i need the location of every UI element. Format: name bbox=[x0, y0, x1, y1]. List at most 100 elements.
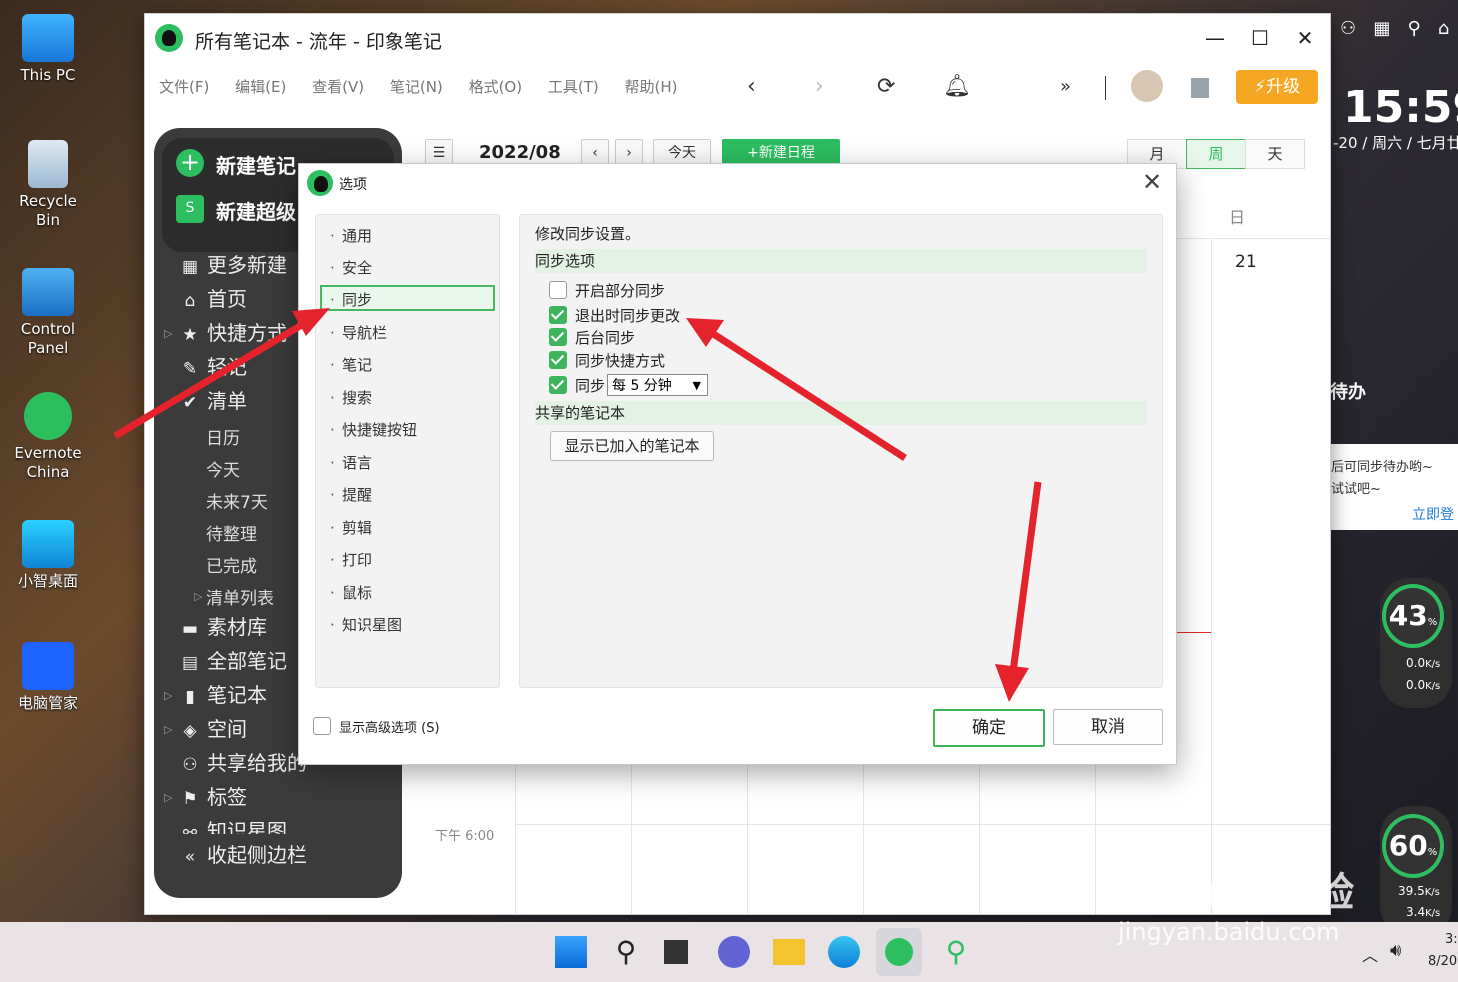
checkbox-sync-shortcuts[interactable] bbox=[549, 351, 567, 369]
category-print[interactable]: 打印 bbox=[328, 547, 490, 573]
memory-value: 60 bbox=[1388, 829, 1428, 862]
expand-arrow-icon[interactable]: ▷ bbox=[164, 327, 172, 340]
more-icon[interactable]: » bbox=[1060, 76, 1071, 97]
minimize-button[interactable]: — bbox=[1200, 26, 1230, 50]
sidebar-sub-task-lists[interactable]: 清单列表 bbox=[206, 584, 274, 609]
checkbox-sync-on-exit[interactable] bbox=[549, 306, 567, 324]
box-icon: ▬ bbox=[181, 619, 199, 639]
close-button[interactable]: ✕ bbox=[1290, 26, 1320, 50]
menu-format[interactable]: 格式(O) bbox=[469, 78, 523, 96]
dropdown-arrow-icon: ▼ bbox=[692, 379, 701, 392]
expand-arrow-icon[interactable]: ▷ bbox=[164, 689, 172, 702]
memory-gauge: 60% bbox=[1382, 814, 1444, 878]
category-knowledge-map[interactable]: 知识星图 bbox=[328, 612, 490, 638]
desktop-icon-evernote[interactable]: Evernote China bbox=[8, 392, 88, 482]
search-app-icon[interactable]: ⚲ bbox=[940, 936, 972, 968]
avatar[interactable] bbox=[1131, 70, 1163, 102]
category-language[interactable]: 语言 bbox=[328, 450, 490, 476]
sidebar-item-notebooks[interactable]: ▮ 笔记本 bbox=[179, 680, 267, 710]
expand-arrow-icon[interactable]: ▷ bbox=[164, 723, 172, 736]
user-icon[interactable]: ⚇ bbox=[1340, 18, 1356, 39]
task-view-icon[interactable] bbox=[664, 940, 688, 964]
menu-file[interactable]: 文件(F) bbox=[159, 78, 209, 96]
sidebar-sub-today[interactable]: 今天 bbox=[206, 456, 240, 481]
expand-arrow-icon[interactable]: ▷ bbox=[164, 791, 172, 804]
new-note-button[interactable]: 新建笔记 bbox=[216, 150, 296, 179]
tab-week[interactable]: 周 bbox=[1186, 139, 1246, 169]
ok-button[interactable]: 确定 bbox=[933, 709, 1045, 747]
windows-start-icon[interactable] bbox=[555, 936, 587, 968]
category-hotkeys[interactable]: 快捷键按钮 bbox=[328, 417, 490, 443]
expand-arrow-icon[interactable]: ▷ bbox=[194, 590, 202, 603]
login-link[interactable]: 立即登 bbox=[1412, 504, 1454, 524]
sidebar-item-more-new[interactable]: ▦ 更多新建 bbox=[179, 250, 287, 280]
new-super-note-button[interactable]: 新建超级 bbox=[216, 196, 296, 225]
section-sync-options: 同步选项 bbox=[535, 249, 1147, 273]
category-navbar[interactable]: 导航栏 bbox=[328, 320, 490, 346]
tab-day[interactable]: 天 bbox=[1245, 139, 1305, 169]
desktop-icon-pc-manager[interactable]: 电脑管家 bbox=[8, 642, 88, 713]
sidebar-item-all-notes[interactable]: ▤ 全部笔记 bbox=[179, 646, 287, 676]
dialog-close-icon[interactable]: ✕ bbox=[1138, 168, 1166, 196]
desktop-icon-recycle-bin[interactable]: Recycle Bin bbox=[8, 140, 88, 230]
sidebar-item-shared[interactable]: ⚇ 共享给我的 bbox=[179, 748, 307, 778]
search-icon[interactable]: ⚲ bbox=[1408, 18, 1421, 39]
search-icon[interactable]: ⚲ bbox=[610, 936, 642, 968]
home-icon[interactable]: ⌂ bbox=[1438, 18, 1449, 39]
upgrade-button[interactable]: ⚡升级 bbox=[1236, 70, 1318, 104]
book-icon[interactable] bbox=[1191, 78, 1209, 98]
menu-tools[interactable]: 工具(T) bbox=[548, 78, 599, 96]
forward-icon[interactable]: › bbox=[815, 74, 824, 99]
double-chevron-left-icon: « bbox=[184, 847, 196, 867]
sidebar-item-shortcuts[interactable]: ★ 快捷方式 bbox=[179, 318, 287, 348]
maximize-button[interactable]: ☐ bbox=[1245, 26, 1275, 50]
category-clipper[interactable]: 剪辑 bbox=[328, 515, 490, 541]
desktop-icon-control-panel[interactable]: Control Panel bbox=[8, 268, 88, 358]
category-security[interactable]: 安全 bbox=[328, 255, 490, 281]
sidebar-sub-inbox[interactable]: 待整理 bbox=[206, 520, 257, 545]
category-reminders[interactable]: 提醒 bbox=[328, 482, 490, 508]
monitor-icon bbox=[22, 14, 74, 62]
edge-icon[interactable] bbox=[828, 936, 860, 968]
sidebar-item-spaces[interactable]: ◈ 空间 bbox=[179, 714, 247, 744]
category-sync[interactable]: 同步 bbox=[320, 285, 495, 313]
desktop-icon-label: This PC bbox=[20, 66, 76, 84]
graph-icon: ⚯ bbox=[182, 823, 198, 834]
desktop-icon-this-pc[interactable]: This PC bbox=[8, 14, 88, 85]
sidebar-item-quicknote[interactable]: ✎ 轻记 bbox=[179, 352, 247, 382]
chat-icon[interactable] bbox=[718, 936, 750, 968]
menu-note[interactable]: 笔记(N) bbox=[390, 78, 443, 96]
category-general[interactable]: 通用 bbox=[328, 223, 490, 249]
sidebar-item-tasks[interactable]: ✔ 清单 bbox=[179, 386, 247, 416]
tray-chevron-icon[interactable]: ︿ bbox=[1362, 942, 1378, 966]
menu-help[interactable]: 帮助(H) bbox=[625, 78, 678, 96]
calendar-icon[interactable]: ▦ bbox=[1373, 18, 1390, 39]
checkbox-partial-sync[interactable] bbox=[549, 281, 567, 299]
back-icon[interactable]: ‹ bbox=[747, 74, 756, 99]
sidebar-item-home[interactable]: ⌂ 首页 bbox=[179, 284, 247, 314]
desktop-icon-xiaozhi[interactable]: 小智桌面 bbox=[8, 520, 88, 591]
checkbox-sync-interval[interactable] bbox=[549, 376, 567, 394]
file-explorer-icon[interactable] bbox=[773, 939, 805, 965]
category-search[interactable]: 搜索 bbox=[328, 385, 490, 411]
bell-icon[interactable]: 🔔︎ bbox=[943, 74, 971, 99]
sidebar-sub-calendar[interactable]: 日历 bbox=[206, 424, 240, 449]
sidebar-item-tags[interactable]: ⚑ 标签 bbox=[179, 782, 247, 812]
volume-icon[interactable]: 🔊︎ bbox=[1390, 940, 1401, 961]
show-joined-notebooks-button[interactable]: 显示已加入的笔记本 bbox=[550, 431, 714, 461]
sidebar-item-knowledge-map[interactable]: ⚯ 知识星图 bbox=[179, 816, 287, 834]
category-mouse[interactable]: 鼠标 bbox=[328, 580, 490, 606]
cancel-button[interactable]: 取消 bbox=[1053, 709, 1163, 745]
menu-edit[interactable]: 编辑(E) bbox=[235, 78, 286, 96]
sync-interval-select[interactable]: 每 5 分钟 ▼ bbox=[607, 374, 708, 396]
category-notes[interactable]: 笔记 bbox=[328, 352, 490, 378]
menu-view[interactable]: 查看(V) bbox=[312, 78, 364, 96]
watermark-url: jingyan.baidu.com bbox=[1118, 918, 1340, 946]
sidebar-item-materials[interactable]: ▬ 素材库 bbox=[179, 612, 267, 642]
collapse-sidebar-button[interactable]: «收起侧边栏 bbox=[179, 840, 307, 870]
sync-icon[interactable]: ⟳ bbox=[877, 74, 895, 99]
sidebar-sub-done[interactable]: 已完成 bbox=[206, 552, 257, 577]
sidebar-sub-next7[interactable]: 未来7天 bbox=[206, 488, 268, 513]
checkbox-background-sync[interactable] bbox=[549, 328, 567, 346]
checkbox-advanced-options[interactable] bbox=[313, 717, 331, 735]
